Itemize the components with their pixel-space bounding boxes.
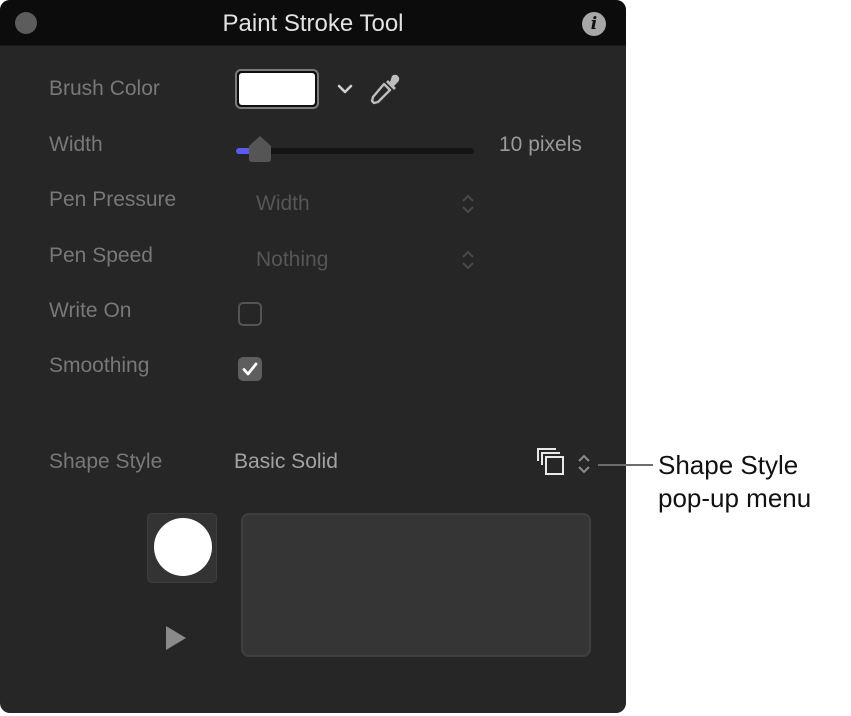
smoothing-checkbox[interactable]	[238, 357, 262, 381]
shape-style-thumbnail[interactable]	[147, 513, 217, 583]
play-icon[interactable]	[166, 626, 186, 650]
brush-circle-icon	[154, 518, 212, 576]
shape-style-value: Basic Solid	[234, 450, 338, 473]
chevron-down-icon[interactable]	[336, 80, 354, 98]
smoothing-label: Smoothing	[49, 354, 150, 377]
pen-speed-stepper-icon[interactable]	[460, 248, 476, 272]
callout-line	[598, 464, 653, 466]
callout-line-1: Shape Style	[658, 450, 799, 480]
shape-library-icon[interactable]	[536, 447, 566, 477]
shape-style-label: Shape Style	[49, 450, 163, 473]
window-title: Paint Stroke Tool	[222, 10, 404, 37]
pen-speed-popup[interactable]: Nothing	[256, 248, 328, 272]
width-value[interactable]: 10 pixels	[499, 133, 582, 157]
eyedropper-icon[interactable]	[366, 72, 402, 108]
pen-pressure-stepper-icon[interactable]	[460, 192, 476, 216]
stroke-preview-area	[241, 513, 591, 657]
width-slider-thumb[interactable]	[248, 136, 272, 162]
brush-color-well[interactable]	[235, 69, 319, 109]
width-label: Width	[49, 133, 103, 156]
callout-line-2: pop-up menu	[658, 483, 812, 513]
checkmark-icon	[242, 362, 258, 376]
write-on-checkbox[interactable]	[238, 302, 262, 326]
pen-pressure-popup[interactable]: Width	[256, 192, 310, 216]
brush-color-label: Brush Color	[49, 77, 160, 100]
pen-speed-label: Pen Speed	[49, 244, 153, 267]
brush-color-swatch	[239, 73, 315, 105]
shape-style-stepper-icon[interactable]	[576, 452, 592, 476]
write-on-label: Write On	[49, 299, 132, 322]
pen-pressure-label: Pen Pressure	[49, 188, 177, 211]
info-icon[interactable]: i	[582, 12, 606, 36]
paint-stroke-tool-hud: Paint Stroke Tool i Brush Color Width 10…	[0, 0, 626, 713]
callout-label: Shape Style pop-up menu	[658, 449, 811, 515]
title-bar: Paint Stroke Tool i	[0, 0, 626, 46]
